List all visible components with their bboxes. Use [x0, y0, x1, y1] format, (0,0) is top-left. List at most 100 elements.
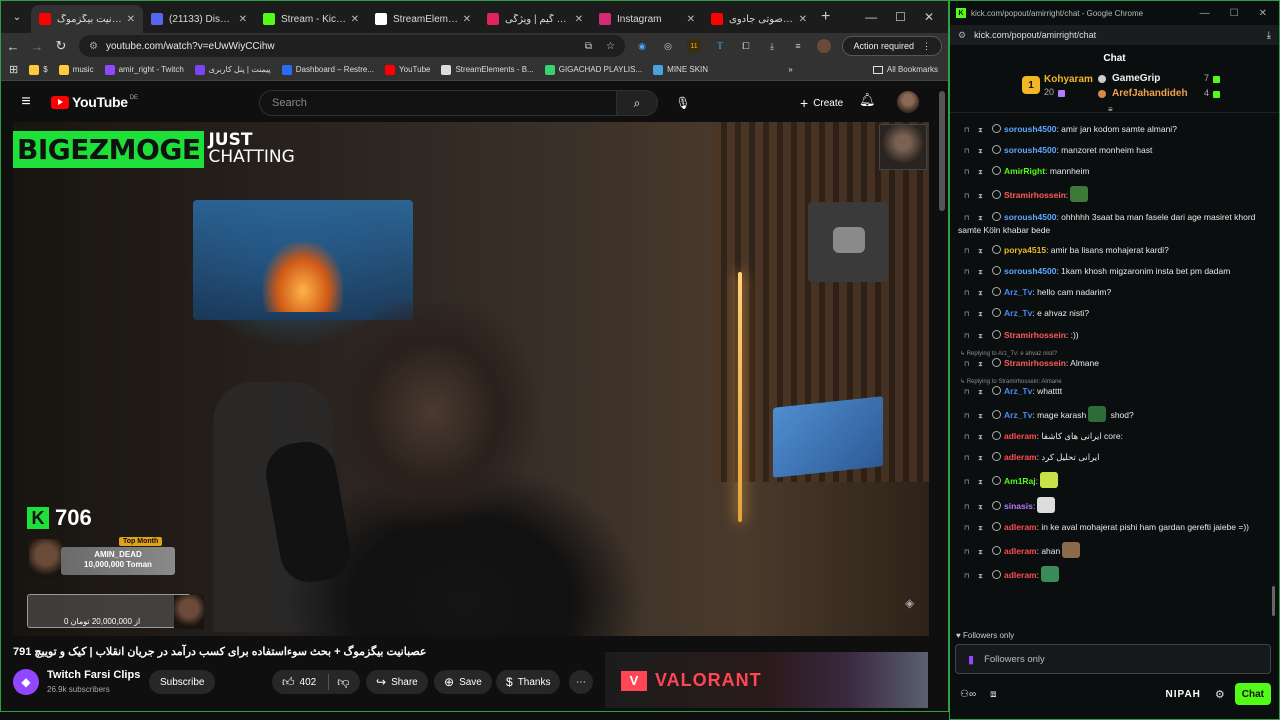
- tab-close-icon[interactable]: ✕: [575, 14, 583, 25]
- new-tab-button[interactable]: +: [821, 8, 841, 26]
- pin-icon[interactable]: ⊓: [964, 332, 972, 342]
- chat-message[interactable]: ⊓ ⧗ Stramirhossein:: [950, 186, 1279, 203]
- chat-message[interactable]: ⊓ ⧗ adleram: ایرانی تحلیل کرد: [950, 451, 1279, 464]
- chat-message-input[interactable]: ▮ Followers only: [955, 644, 1271, 674]
- bookmark-item[interactable]: پیمنت | پنل کاربری: [194, 64, 271, 75]
- extension-badge-icon[interactable]: 11: [687, 39, 701, 53]
- timeout-icon[interactable]: ⧗: [978, 478, 986, 488]
- thanks-button[interactable]: $ Thanks: [496, 670, 561, 694]
- timeout-icon[interactable]: ⧗: [978, 524, 986, 534]
- chat-settings-gear-icon[interactable]: ⚙: [1215, 688, 1225, 701]
- pin-icon[interactable]: ⊓: [964, 412, 972, 422]
- chat-url-bar[interactable]: ⚙ kick.com/popout/amirright/chat ⤓: [950, 25, 1279, 45]
- kebab-menu-icon[interactable]: ⋮: [922, 41, 931, 52]
- bookmarks-overflow-icon[interactable]: »: [788, 65, 792, 74]
- browser-tab[interactable]: آمارات گیم | ویژگی ✕: [479, 5, 591, 33]
- chat-username[interactable]: Arz_Tv: [1004, 287, 1032, 297]
- site-info-icon[interactable]: ⚙: [89, 41, 98, 52]
- extension-icon[interactable]: 𝕋: [713, 39, 727, 53]
- reading-list-icon[interactable]: ≡: [791, 39, 805, 53]
- search-input[interactable]: Search: [259, 90, 617, 116]
- chat-username[interactable]: Arz_Tv: [1004, 410, 1032, 420]
- install-icon[interactable]: ⧉: [585, 41, 592, 52]
- browser-tab[interactable]: StreamElements ✕: [367, 5, 479, 33]
- timeout-icon[interactable]: ⧗: [978, 454, 986, 464]
- tab-close-icon[interactable]: ✕: [463, 14, 471, 25]
- create-button[interactable]: + Create: [792, 91, 851, 115]
- chat-message[interactable]: ⊓ ⧗ Stramirhossein: Almane: [950, 357, 1279, 370]
- timeout-icon[interactable]: ⧗: [978, 289, 986, 299]
- chat-message[interactable]: ⊓ ⧗ soroush4500: ohhhhh 3saat ba man fasel…: [950, 211, 1279, 236]
- pin-icon[interactable]: ⊓: [964, 454, 972, 464]
- video-player[interactable]: BIGEZMOGE JUST CHATTING K 706 Top Month …: [13, 122, 929, 636]
- tab-close-icon[interactable]: ✕: [799, 14, 807, 25]
- all-bookmarks-button[interactable]: All Bookmarks: [872, 65, 938, 74]
- extensions-puzzle-icon[interactable]: ⧠: [739, 39, 753, 53]
- bookmark-star-icon[interactable]: ☆: [606, 41, 615, 52]
- emote-menu-icon[interactable]: ⚇∞: [960, 689, 976, 700]
- timeout-icon[interactable]: ⧗: [978, 310, 986, 320]
- pin-icon[interactable]: ⊓: [964, 214, 972, 224]
- maximize-icon[interactable]: ☐: [1230, 8, 1239, 19]
- chat-message[interactable]: ⊓ ⧗ soroush4500: manzoret monheim hast: [950, 144, 1279, 157]
- bookmark-item[interactable]: Dashboard – Restre...: [281, 64, 374, 75]
- more-actions-button[interactable]: ⋯: [569, 670, 593, 694]
- tab-close-icon[interactable]: ✕: [687, 14, 695, 25]
- pin-icon[interactable]: ⊓: [964, 310, 972, 320]
- tab-close-icon[interactable]: ✕: [127, 14, 135, 25]
- timeout-icon[interactable]: ⧗: [978, 503, 986, 513]
- profile-avatar[interactable]: [817, 39, 831, 53]
- notifications-bell-icon[interactable]: 🔔︎: [859, 92, 876, 108]
- thumbs-down-icon[interactable]: 👎︎: [337, 675, 349, 690]
- send-chat-button[interactable]: Chat: [1234, 683, 1271, 705]
- bookmark-item[interactable]: YouTube: [385, 64, 430, 75]
- pin-icon[interactable]: ⊓: [964, 572, 972, 582]
- chat-username[interactable]: Stramirhossein: [1004, 358, 1066, 368]
- chat-username[interactable]: AmirRight: [1004, 166, 1045, 176]
- pin-icon[interactable]: ⊓: [964, 147, 972, 157]
- save-button[interactable]: ⊕ Save: [434, 670, 492, 694]
- collapse-pin-icon[interactable]: ≡: [1108, 105, 1113, 114]
- extension-icon[interactable]: ◉: [635, 39, 649, 53]
- timeout-icon[interactable]: ⧗: [978, 168, 986, 178]
- bookmark-item[interactable]: MINE SKIN: [653, 64, 708, 75]
- chat-username[interactable]: Arz_Tv: [1004, 308, 1032, 318]
- chat-message[interactable]: ⊓ ⧗ porya4515: amir ba lisans mohajerat ka…: [950, 244, 1279, 257]
- pin-icon[interactable]: ⊓: [964, 247, 972, 257]
- browser-tab[interactable]: Instagram ✕: [591, 5, 703, 33]
- chat-username[interactable]: soroush4500: [1004, 266, 1056, 276]
- chat-message[interactable]: ⊓ ⧗ Arz_Tv: mage karash shod?: [950, 406, 1279, 422]
- subscribe-button[interactable]: Subscribe: [149, 670, 216, 694]
- back-icon[interactable]: ←: [1, 39, 25, 54]
- pin-icon[interactable]: ⊓: [964, 268, 972, 278]
- channel-avatar[interactable]: ◆: [13, 669, 39, 695]
- chat-message[interactable]: ⊓ ⧗ Stramirhossein: :)): [950, 329, 1279, 342]
- chat-username[interactable]: Stramirhossein: [1004, 330, 1066, 340]
- tab-close-icon[interactable]: ✕: [351, 14, 359, 25]
- chat-message[interactable]: ⊓ ⧗ Arz_Tv: hello cam nadarim?: [950, 286, 1279, 299]
- voice-search-button[interactable]: 🎙: [670, 90, 696, 116]
- timeout-icon[interactable]: ⧗: [978, 360, 986, 370]
- browser-tab[interactable]: (21133) Discord | ✕: [143, 5, 255, 33]
- chat-messages[interactable]: ⊓ ⧗ soroush4500: amir jan kodom samte alma…: [950, 123, 1279, 623]
- browser-tab[interactable]: کتاب صوتی جادوی ✕: [703, 5, 815, 33]
- page-scrollbar[interactable]: [939, 91, 945, 211]
- pin-icon[interactable]: ⊓: [964, 360, 972, 370]
- timeout-icon[interactable]: ⧗: [978, 192, 986, 202]
- timeout-icon[interactable]: ⧗: [978, 332, 986, 342]
- chat-scrollbar[interactable]: [1272, 586, 1275, 616]
- pin-icon[interactable]: ⊓: [964, 503, 972, 513]
- timeout-icon[interactable]: ⧗: [978, 147, 986, 157]
- close-icon[interactable]: ✕: [924, 10, 934, 24]
- timeout-icon[interactable]: ⧗: [978, 126, 986, 136]
- chat-username[interactable]: Am1Raj: [1004, 476, 1036, 486]
- chat-message[interactable]: ⊓ ⧗ adleram:: [950, 565, 1279, 582]
- reload-icon[interactable]: ↻: [49, 38, 73, 54]
- chat-username[interactable]: adleram: [1004, 522, 1037, 532]
- maximize-icon[interactable]: ☐: [895, 10, 906, 24]
- bookmark-item[interactable]: amir_right - Twitch: [104, 64, 184, 75]
- channel-name[interactable]: Twitch Farsi Clips: [47, 669, 140, 681]
- chat-username[interactable]: Stramirhossein: [1004, 190, 1066, 200]
- download-icon[interactable]: ⤓: [1267, 30, 1271, 41]
- leaderboard-third-name[interactable]: ArefJahandideh: [1112, 88, 1188, 99]
